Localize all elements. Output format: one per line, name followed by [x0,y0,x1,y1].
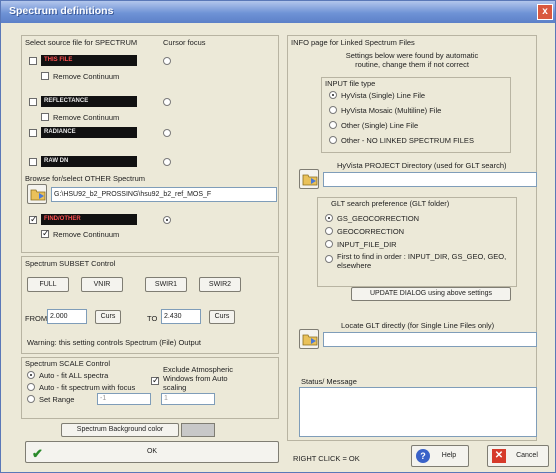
from-input[interactable]: 2.000 [47,309,87,324]
to-input[interactable]: 2.430 [161,309,201,324]
project-dir-label: HyVista PROJECT Directory (used for GLT … [337,161,507,170]
glt-geo-label: GEOCORRECTION [337,227,405,236]
title-bar: Spectrum definitions x [1,1,555,23]
other-spectrum-path[interactable]: G:\HSU92_b2_PROSSING\hsu92_b2_ref_MOS_F [51,187,277,202]
status-message-box[interactable] [299,387,537,437]
input-type-header: INPUT file type [325,79,376,88]
locate-glt-label: Locate GLT directly (for Single Line Fil… [341,321,495,330]
help-button[interactable]: ? Help [411,445,469,467]
scale-focus-radio[interactable] [27,383,35,391]
folder-icon [30,189,46,201]
glt-gs-geo-radio[interactable] [325,214,333,222]
remove-continuum-2-checkbox[interactable] [41,113,49,121]
ok-button[interactable]: ✔ OK [25,441,279,463]
status-label: Status/ Message [301,377,357,386]
ok-label: OK [146,448,158,455]
subset-header: Spectrum SUBSET Control [25,259,116,268]
range-min-input[interactable]: -1 [97,393,151,405]
glt-first-to-find-label: First to find in order : INPUT_DIR, GS_G… [337,252,507,270]
raw-dn-checkbox[interactable] [29,158,37,166]
glt-first-to-find-radio[interactable] [325,255,333,263]
update-dialog-button[interactable]: UPDATE DIALOG using above settings [351,287,511,301]
scale-header: Spectrum SCALE Control [25,359,111,368]
source-header: Select source file for SPECTRUM [25,38,138,47]
to-label: TO [147,314,158,323]
scale-all-label: Auto - fit ALL spectra [39,371,109,380]
radiance-focus-radio[interactable] [163,129,171,137]
raw-dn-label: RAW DN [41,156,137,167]
range-max-input[interactable]: 1 [161,393,215,405]
glt-header: GLT search preference (GLT folder) [331,199,450,208]
input-no-linked-label: Other - NO LINKED SPECTRUM FILES [341,136,474,145]
check-icon: ✔ [32,446,43,461]
this-file-focus-radio[interactable] [163,57,171,65]
glt-input-dir-label: INPUT_FILE_DIR [337,240,397,249]
exclude-atmospheric-checkbox[interactable] [151,375,160,386]
reflectance-focus-radio[interactable] [163,98,171,106]
to-curs-button[interactable]: Curs [209,310,235,324]
cursor-focus-label: Cursor focus [163,38,206,47]
right-click-hint: RIGHT CLICK = OK [293,454,360,463]
find-other-label: FIND/OTHER [41,214,137,225]
radiance-label: RADIANCE [41,127,137,138]
scale-all-radio[interactable] [27,371,35,379]
reflectance-label: REFLECTANCE [41,96,137,107]
background-color-button[interactable]: Spectrum Background color [61,423,179,437]
spectrum-definitions-window: Spectrum definitions x Select source fil… [0,0,556,473]
browse-label: Browse for/select OTHER Spectrum [25,174,146,183]
exclude-atmospheric-label: Exclude Atmospheric Windows from Auto sc… [163,365,234,392]
glt-input-dir-radio[interactable] [325,240,333,248]
find-other-focus-radio[interactable] [163,216,171,224]
glt-gs-geo-label: GS_GEOCORRECTION [337,214,420,223]
close-icon[interactable]: x [537,4,553,20]
input-no-linked-radio[interactable] [329,136,337,144]
input-other-single-radio[interactable] [329,121,337,129]
full-button[interactable]: FULL [27,277,69,292]
input-hyvista-single-radio[interactable] [329,91,337,99]
remove-continuum-1-label: Remove Continuum [53,72,120,81]
info-header: INFO page for Linked Spectrum Files [291,38,415,47]
vnir-button[interactable]: VNIR [81,277,123,292]
radiance-checkbox[interactable] [29,129,37,137]
input-hyvista-mosaic-radio[interactable] [329,106,337,114]
input-hyvista-mosaic-label: HyVista Mosaic (Multiline) File [341,106,442,115]
swir1-button[interactable]: SWIR1 [145,277,187,292]
project-dir-folder-button[interactable] [299,169,319,189]
help-icon: ? [416,449,430,463]
from-label: FROM [25,314,48,323]
raw-dn-focus-radio[interactable] [163,158,171,166]
scale-set-range-radio[interactable] [27,395,35,403]
reflectance-checkbox[interactable] [29,98,37,106]
find-other-checkbox[interactable] [29,214,38,225]
remove-continuum-3-checkbox[interactable] [41,228,50,239]
cancel-label: Cancel [516,452,538,459]
remove-continuum-3-label: Remove Continuum [53,230,120,239]
from-curs-button[interactable]: Curs [95,310,121,324]
locate-glt-input[interactable] [323,332,537,347]
info-note: Settings below were found by automatic r… [345,51,479,69]
remove-continuum-1-checkbox[interactable] [41,72,49,80]
swir2-button[interactable]: SWIR2 [199,277,241,292]
window-title: Spectrum definitions [9,5,114,17]
help-label: Help [441,452,457,459]
folder-icon [302,174,318,186]
subset-warning: Warning: this setting controls Spectrum … [27,338,201,347]
this-file-label: THIS FILE [41,55,137,66]
browse-folder-button[interactable] [27,184,47,204]
project-dir-input[interactable] [323,172,537,187]
input-hyvista-single-label: HyVista (Single) Line File [341,91,426,100]
scale-set-range-label: Set Range [39,395,75,404]
this-file-checkbox[interactable] [29,57,37,65]
cancel-button[interactable]: ✕ Cancel [487,445,549,467]
folder-icon [302,334,318,346]
background-color-swatch[interactable] [181,423,215,437]
scale-focus-label: Auto - fit spectrum with focus [39,383,136,392]
input-other-single-label: Other (Single) Line File [341,121,419,130]
locate-glt-folder-button[interactable] [299,329,319,349]
cancel-icon: ✕ [492,449,506,463]
remove-continuum-2-label: Remove Continuum [53,113,120,122]
glt-geo-radio[interactable] [325,227,333,235]
